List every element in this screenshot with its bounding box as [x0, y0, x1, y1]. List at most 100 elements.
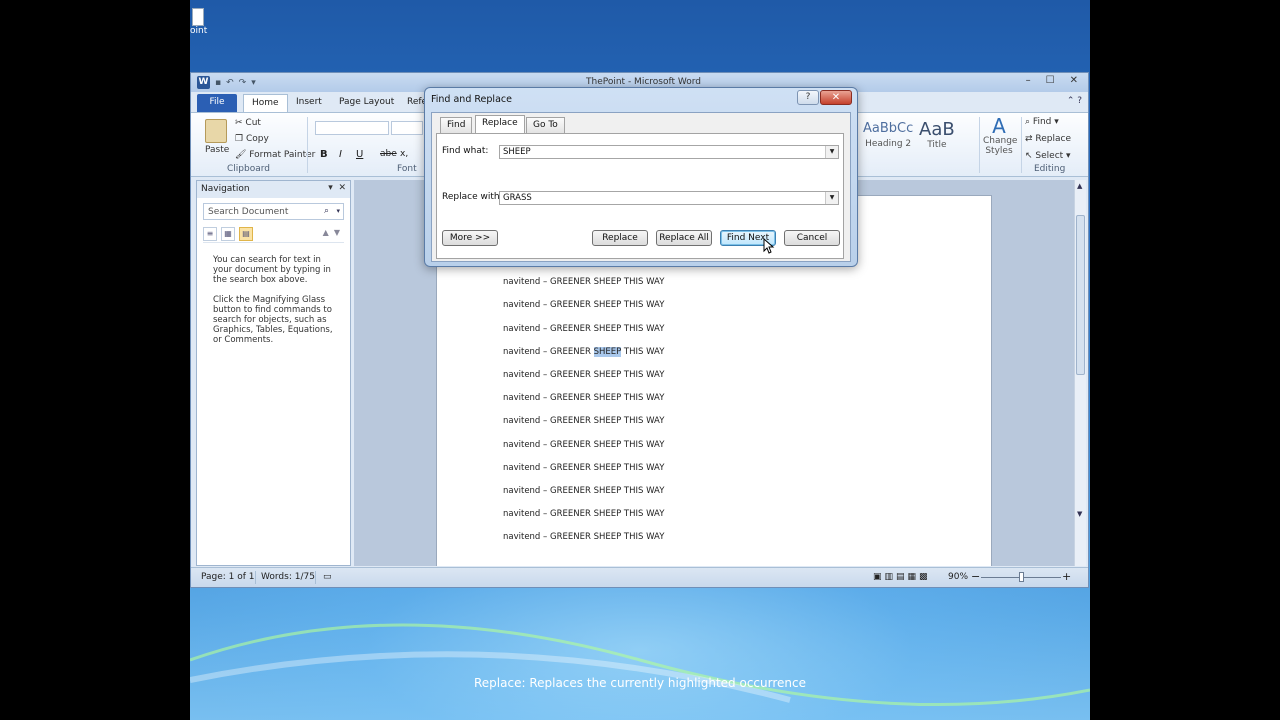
find-replace-dialog: Find and Replace ? ✕ Find Replace Go To …	[424, 87, 858, 267]
find-button[interactable]: ⌕ Find ▾	[1025, 117, 1059, 127]
paste-button[interactable]: Paste	[205, 145, 229, 155]
cut-button[interactable]: ✂ Cut	[235, 118, 261, 128]
document-line[interactable]: navitend – GREENER SHEEP THIS WAY	[503, 393, 664, 403]
document-word: SHEEP	[593, 416, 622, 427]
editing-group-label: Editing	[1034, 164, 1066, 174]
replace-button[interactable]: Replace	[592, 230, 648, 246]
cancel-button[interactable]: Cancel	[784, 230, 840, 246]
document-line[interactable]: navitend – GREENER SHEEP THIS WAY	[503, 324, 664, 334]
zoom-slider[interactable]	[981, 572, 1061, 582]
tab-home[interactable]: Home	[243, 94, 288, 112]
help-icon[interactable]: ⌃ ?	[1067, 96, 1082, 106]
desktop-file-icon[interactable]: oint	[190, 8, 210, 36]
replace-with-input[interactable]: GRASS ▼	[499, 191, 839, 205]
dialog-close-button[interactable]: ✕	[820, 90, 852, 105]
find-dropdown-icon[interactable]: ▼	[825, 146, 838, 158]
wallpaper-swoosh	[190, 623, 1090, 707]
nav-help-text-1: You can search for text in your document…	[213, 255, 331, 285]
zoom-out-button[interactable]: −	[971, 570, 980, 583]
navigation-pane: Navigation ▾ ✕ Search Document ⌕ ▾ ≡ ▦ ▤…	[196, 180, 351, 566]
document-line[interactable]: navitend – GREENER SHEEP THIS WAY	[503, 486, 664, 496]
zoom-level[interactable]: 90%	[948, 572, 968, 582]
replace-panel: Find what: SHEEP ▼ Replace with: GRASS ▼ M…	[436, 133, 844, 259]
clipboard-group-label: Clipboard	[227, 164, 270, 174]
tab-page-layout[interactable]: Page Layout	[331, 94, 402, 112]
nav-options-icon[interactable]: ▾	[328, 183, 333, 193]
replace-all-button[interactable]: Replace All	[656, 230, 712, 246]
document-line[interactable]: navitend – GREENER SHEEP THIS WAY	[503, 532, 664, 542]
vertical-scrollbar[interactable]: ▲ ▼	[1074, 180, 1086, 566]
replace-button-ribbon[interactable]: ⇄ Replace	[1025, 134, 1071, 144]
strikethrough-button[interactable]: abe	[380, 149, 397, 159]
dialog-help-button[interactable]: ?	[797, 90, 819, 105]
dialog-title: Find and Replace	[431, 94, 512, 105]
paste-icon[interactable]	[205, 119, 227, 143]
magnifying-glass-icon[interactable]: ⌕	[324, 206, 329, 216]
save-icon[interactable]: ▪	[215, 78, 221, 88]
browse-headings-icon[interactable]: ≡	[203, 226, 217, 241]
change-styles-icon: A	[992, 114, 1006, 138]
document-line[interactable]: navitend – GREENER SHEEP THIS WAY	[503, 300, 664, 310]
replace-dropdown-icon[interactable]: ▼	[825, 192, 838, 204]
proofing-icon[interactable]: ▭	[323, 572, 332, 582]
underline-button[interactable]: U	[356, 149, 363, 160]
redo-icon[interactable]: ↷	[239, 78, 247, 88]
find-what-input[interactable]: SHEEP ▼	[499, 145, 839, 159]
tab-replace[interactable]: Replace	[475, 115, 525, 134]
tab-insert[interactable]: Insert	[288, 94, 330, 112]
maximize-button[interactable]: ☐	[1046, 75, 1055, 86]
replace-with-label: Replace with:	[442, 192, 503, 202]
browse-results-icon[interactable]: ▤	[239, 226, 253, 241]
bold-button[interactable]: B	[320, 149, 328, 160]
scrollbar-thumb[interactable]	[1076, 215, 1085, 375]
italic-button[interactable]: I	[339, 149, 342, 160]
format-painter-button[interactable]: 🖌 Format Painter	[235, 150, 315, 160]
find-what-label: Find what:	[442, 146, 489, 156]
word-logo-icon[interactable]: W	[197, 76, 210, 89]
document-line[interactable]: navitend – GREENER SHEEP THIS WAY	[503, 416, 664, 426]
search-dropdown-icon[interactable]: ▾	[336, 207, 340, 215]
document-line[interactable]: navitend – GREENER SHEEP THIS WAY	[503, 277, 664, 287]
nav-close-icon[interactable]: ✕	[338, 183, 346, 193]
nav-help-text-2: Click the Magnifying Glass button to fin…	[213, 295, 333, 345]
style-heading2[interactable]: AaBbCc Heading 2	[863, 121, 913, 149]
nav-search-input[interactable]: Search Document ⌕ ▾	[203, 203, 344, 220]
document-line[interactable]: navitend – GREENER SHEEP THIS WAY	[503, 370, 664, 380]
undo-icon[interactable]: ↶	[226, 78, 234, 88]
subscript-button[interactable]: x,	[400, 149, 408, 159]
document-word: SHEEP	[593, 509, 622, 520]
document-word: SHEEP	[593, 323, 622, 334]
more-button[interactable]: More >>	[442, 230, 498, 246]
font-name-combo[interactable]	[315, 121, 389, 135]
status-bar: Page: 1 of 1 Words: 1/75 ▭ ▣▥▤▦▩ 90% − +	[191, 567, 1088, 587]
nav-prev-next-icon[interactable]: ▲ ▼	[323, 227, 340, 241]
font-group-label: Font	[397, 164, 417, 174]
customize-chevron-icon[interactable]: ▾	[251, 78, 256, 88]
document-word: SHEEP	[593, 370, 622, 380]
close-button[interactable]: ✕	[1070, 75, 1078, 86]
replace-icon: ⇄	[1025, 134, 1033, 144]
view-buttons[interactable]: ▣▥▤▦▩	[873, 572, 931, 582]
mouse-cursor-icon	[763, 238, 775, 254]
browse-pages-icon[interactable]: ▦	[221, 226, 235, 241]
zoom-in-button[interactable]: +	[1062, 570, 1071, 583]
select-button[interactable]: ↖ Select ▾	[1025, 151, 1071, 161]
word-count[interactable]: Words: 1/75	[261, 572, 315, 582]
tab-find[interactable]: Find	[440, 117, 473, 133]
document-line[interactable]: navitend – GREENER SHEEP THIS WAY	[503, 440, 664, 450]
font-size-combo[interactable]	[391, 121, 423, 135]
tab-goto[interactable]: Go To	[526, 117, 565, 133]
document-line[interactable]: navitend – GREENER SHEEP THIS WAY	[503, 509, 664, 519]
document-word: SHEEP	[593, 393, 622, 404]
minimize-button[interactable]: –	[1026, 75, 1031, 86]
change-styles-button[interactable]: A Change Styles	[983, 114, 1017, 156]
document-word: SHEEP	[593, 532, 622, 543]
page-count[interactable]: Page: 1 of 1	[201, 572, 255, 582]
style-title[interactable]: AaB Title	[919, 121, 955, 151]
copy-button[interactable]: ❐ Copy	[235, 134, 269, 144]
navigation-title: Navigation	[201, 184, 250, 194]
video-caption: Replace: Replaces the currently highligh…	[474, 676, 806, 690]
document-line[interactable]: navitend – GREENER SHEEP THIS WAY	[503, 346, 664, 357]
document-line[interactable]: navitend – GREENER SHEEP THIS WAY	[503, 463, 664, 473]
tab-file[interactable]: File	[197, 94, 237, 112]
